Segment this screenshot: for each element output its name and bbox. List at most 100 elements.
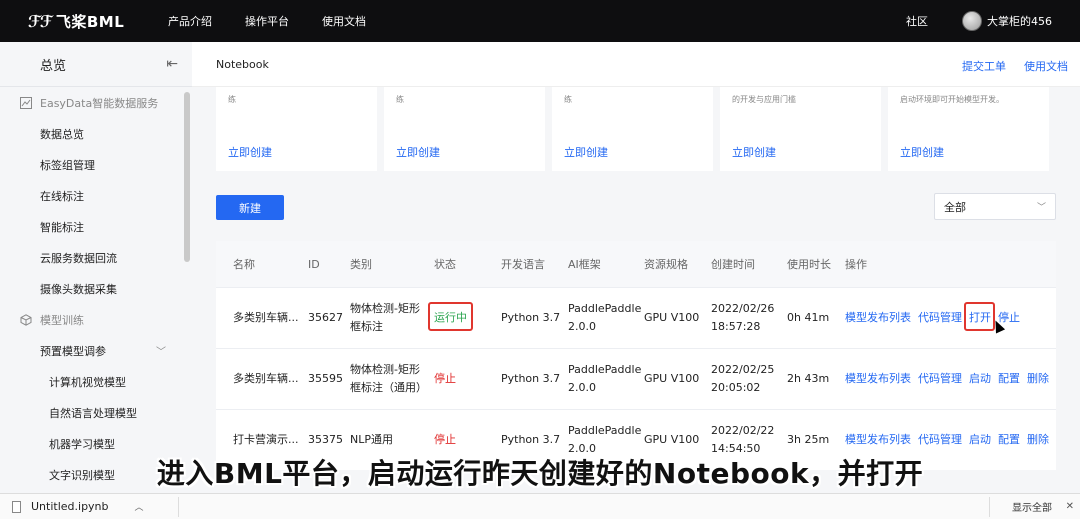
divider	[989, 496, 990, 517]
card-description: 练	[228, 95, 236, 104]
main-content: Notebook 提交工单 使用文档 练 立即创建 练 立即创建 练 立即创建 …	[192, 42, 1080, 493]
sidebar-item-camera-collection[interactable]: 摄像头数据采集	[0, 273, 192, 304]
sidebar-item-data-overview[interactable]: 数据总览	[0, 118, 192, 149]
code-management-link[interactable]: 代码管理	[918, 309, 962, 325]
notebook-resource: GPU V100	[644, 433, 700, 446]
create-now-link[interactable]: 立即创建	[228, 144, 272, 160]
col-framework: AI框架	[568, 258, 601, 271]
create-now-link[interactable]: 立即创建	[900, 144, 944, 160]
nav-community[interactable]: 社区	[906, 13, 928, 29]
user-name[interactable]: 大掌柜的456	[987, 13, 1052, 29]
sidebar-item-cv-models[interactable]: 计算机视觉模型	[0, 366, 192, 397]
row-actions: 模型发布列表 代码管理 启动 配置 删除	[845, 370, 1049, 386]
brand-logo[interactable]: ℱℱ 飞桨BML	[28, 11, 158, 32]
help-links: 提交工单 使用文档	[962, 58, 1068, 74]
notebook-language: Python 3.7	[501, 311, 561, 324]
framework-line: PaddlePaddle	[568, 302, 642, 315]
col-category: 类别	[350, 258, 372, 271]
open-link[interactable]: 打开	[969, 309, 991, 325]
breadcrumb: Notebook	[192, 42, 1080, 87]
video-caption: 进入BML平台，启动运行昨天创建好的Notebook，并打开	[156, 457, 924, 490]
code-management-link[interactable]: 代码管理	[918, 370, 962, 386]
col-duration: 使用时长	[787, 258, 831, 271]
model-release-list-link[interactable]: 模型发布列表	[845, 370, 911, 386]
avatar[interactable]	[962, 11, 982, 31]
create-now-link[interactable]: 立即创建	[732, 144, 776, 160]
code-management-link[interactable]: 代码管理	[918, 431, 962, 447]
nav-user-area: 社区 大掌柜的456	[906, 0, 1052, 42]
delete-link[interactable]: 删除	[1027, 370, 1049, 386]
notebook-framework: PaddlePaddle 2.0.0	[568, 300, 641, 336]
sidebar-title[interactable]: 总览	[40, 55, 66, 74]
sidebar-group-easydata[interactable]: EasyData智能数据服务	[0, 87, 192, 118]
notebook-category: NLP通用	[350, 433, 393, 446]
notebook-created: 2022/02/25 20:05:02	[711, 361, 774, 397]
sidebar-item-nlp-models[interactable]: 自然语言处理模型	[0, 397, 192, 428]
download-file-name: Untitled.ipynb	[31, 500, 109, 513]
model-release-list-link[interactable]: 模型发布列表	[845, 431, 911, 447]
start-link[interactable]: 启动	[969, 370, 991, 386]
docs-link[interactable]: 使用文档	[1024, 58, 1068, 74]
col-created: 创建时间	[711, 258, 755, 271]
chevron-down-icon: ﹀	[156, 347, 166, 358]
create-now-link[interactable]: 立即创建	[396, 144, 440, 160]
template-card: 练 立即创建	[384, 87, 545, 171]
template-card: 练 立即创建	[552, 87, 713, 171]
template-card: 练 立即创建	[216, 87, 377, 171]
template-cards: 练 立即创建 练 立即创建 练 立即创建 的开发与应用门槛 立即创建 启动环境即…	[216, 87, 1049, 171]
show-all-downloads-button[interactable]: 显示全部	[1012, 499, 1052, 514]
start-link[interactable]: 启动	[969, 431, 991, 447]
configure-link[interactable]: 配置	[998, 431, 1020, 447]
col-resource: 资源规格	[644, 258, 688, 271]
chevron-up-icon[interactable]: ︿	[135, 500, 144, 513]
notebook-category: 物体检测-矩形 框标注（通用）	[350, 361, 427, 397]
sidebar-item-smart-labeling[interactable]: 智能标注	[0, 211, 192, 242]
template-card: 的开发与应用门槛 立即创建	[720, 87, 881, 171]
sidebar-group-training[interactable]: 模型训练	[0, 304, 192, 335]
submit-ticket-link[interactable]: 提交工单	[962, 58, 1006, 74]
new-notebook-button[interactable]: 新建	[216, 195, 284, 220]
category-line: 框标注（通用）	[350, 381, 427, 394]
card-description: 的开发与应用门槛	[732, 95, 796, 104]
sidebar-group-label: 模型训练	[40, 313, 84, 327]
nav-docs[interactable]: 使用文档	[322, 13, 366, 29]
sidebar-group-label: EasyData智能数据服务	[40, 96, 159, 110]
notebook-id: 35375	[308, 433, 343, 446]
configure-link[interactable]: 配置	[998, 370, 1020, 386]
notebook-created: 2022/02/26 18:57:28	[711, 300, 774, 336]
nav-products[interactable]: 产品介绍	[168, 13, 212, 29]
sidebar-item-cloud-backflow[interactable]: 云服务数据回流	[0, 242, 192, 273]
notebook-framework: PaddlePaddle 2.0.0	[568, 361, 641, 397]
col-language: 开发语言	[501, 258, 545, 271]
framework-line: 2.0.0	[568, 320, 596, 333]
notebook-name[interactable]: 打卡营演示...	[233, 431, 299, 449]
notebook-duration: 2h 43m	[787, 372, 830, 385]
notebook-resource: GPU V100	[644, 311, 700, 324]
col-status: 状态	[434, 258, 456, 271]
sidebar-header: 总览 ⇤	[0, 42, 192, 87]
divider	[178, 496, 179, 517]
sidebar-item-online-labeling[interactable]: 在线标注	[0, 180, 192, 211]
sidebar-item-tag-groups[interactable]: 标签组管理	[0, 149, 192, 180]
status-filter-select[interactable]: 全部 ﹀	[934, 193, 1056, 220]
sidebar-item-preset-tuning[interactable]: 预置模型调参 ﹀	[0, 335, 192, 366]
collapse-menu-icon[interactable]: ⇤	[166, 56, 178, 72]
created-line: 2022/02/22	[711, 424, 775, 437]
table-row: 多类别车辆... 35627 物体检测-矩形 框标注 运行中 Python 3.…	[216, 287, 1056, 348]
model-release-list-link[interactable]: 模型发布列表	[845, 309, 911, 325]
download-item[interactable]: Untitled.ipynb ︿	[12, 500, 174, 513]
status-badge: 停止	[434, 433, 456, 446]
notebook-language: Python 3.7	[501, 433, 561, 446]
nav-platform[interactable]: 操作平台	[245, 13, 289, 29]
framework-line: PaddlePaddle	[568, 363, 642, 376]
col-id: ID	[308, 257, 320, 271]
framework-line: 2.0.0	[568, 381, 596, 394]
notebook-name[interactable]: 多类别车辆...	[233, 309, 299, 327]
notebook-table: 名称 ID 类别 状态 开发语言 AI框架 资源规格 创建时间 使用时长 操作 …	[216, 241, 1056, 470]
delete-link[interactable]: 删除	[1027, 431, 1049, 447]
notebook-name[interactable]: 多类别车辆...	[233, 370, 299, 388]
sidebar-scrollbar[interactable]	[184, 92, 190, 262]
create-now-link[interactable]: 立即创建	[564, 144, 608, 160]
close-icon[interactable]: ✕	[1066, 501, 1074, 512]
paddle-logo-icon: ℱℱ	[28, 11, 53, 31]
